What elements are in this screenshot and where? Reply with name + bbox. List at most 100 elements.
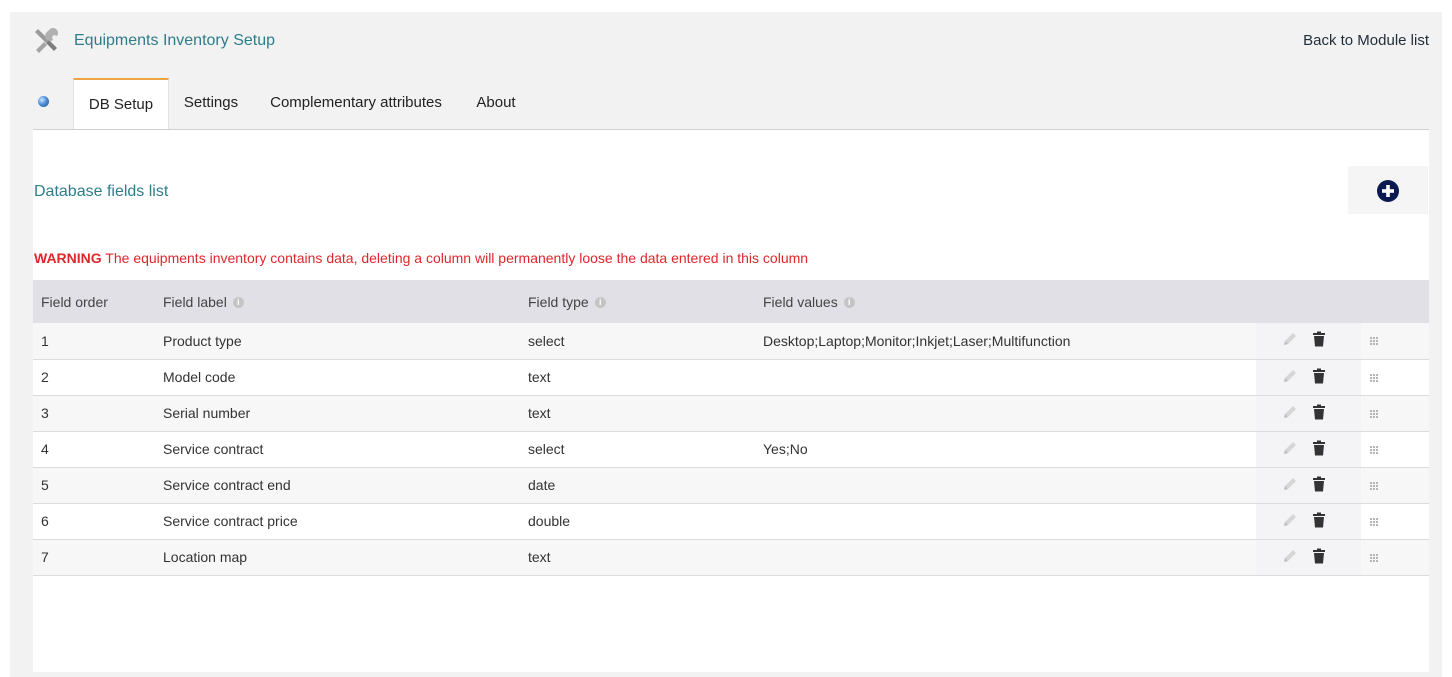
cell-field-type: text	[528, 405, 551, 421]
warning-label: WARNING	[34, 250, 102, 266]
cell-field-values	[763, 467, 1256, 503]
drag-handle-icon[interactable]	[1369, 478, 1379, 494]
tab-about[interactable]: About	[465, 78, 527, 128]
warning-text: The equipments inventory contains data, …	[101, 250, 809, 266]
drag-handle-icon[interactable]	[1369, 514, 1379, 530]
info-icon[interactable]: i	[232, 297, 244, 309]
tools-icon	[35, 28, 58, 53]
cell-spacer	[1417, 431, 1429, 467]
info-icon[interactable]: i	[594, 297, 606, 309]
table-row: 2 Model code text	[33, 359, 1429, 395]
header-drag	[1361, 280, 1417, 323]
plus-circle-icon	[1377, 180, 1399, 202]
cell-actions	[1256, 359, 1361, 395]
drag-handle-icon[interactable]	[1369, 370, 1379, 386]
module-frame: Equipments Inventory Setup Back to Modul…	[10, 12, 1442, 677]
delete-trash-icon[interactable]	[1312, 404, 1326, 423]
drag-handle-icon[interactable]	[1369, 550, 1379, 566]
table-row: 4 Service contract select Yes;No	[33, 431, 1429, 467]
cell-field-order: 4	[41, 441, 49, 457]
app-title: Equipments Inventory Setup	[74, 32, 276, 49]
drag-handle-icon[interactable]	[1369, 333, 1379, 349]
cell-actions	[1256, 395, 1361, 431]
cell-spacer	[1417, 359, 1429, 395]
table-row: 3 Serial number text	[33, 395, 1429, 431]
tab-bar: DB Setup Settings Complementary attribut…	[33, 78, 1429, 130]
cell-field-type: select	[528, 332, 565, 349]
cell-field-order: 1	[41, 332, 49, 349]
cell-field-type: select	[528, 441, 565, 457]
tab-settings[interactable]: Settings	[174, 78, 248, 128]
edit-pencil-icon[interactable]	[1282, 368, 1298, 387]
cell-field-label: Serial number	[163, 405, 251, 421]
table-row: 1 Product type select Desktop;Laptop;Monito…	[33, 323, 1429, 359]
cell-spacer	[1417, 539, 1429, 575]
table-row: 6 Service contract price double	[33, 503, 1429, 539]
cell-field-values	[763, 503, 1256, 539]
cell-actions	[1256, 323, 1361, 359]
status-indicator-icon	[38, 96, 49, 107]
page-header: Equipments Inventory Setup Back to Modul…	[10, 12, 1442, 72]
header-field-values: Field values i	[763, 280, 1256, 323]
cell-field-label: Service contract price	[163, 513, 298, 529]
cell-field-order: 7	[41, 549, 49, 565]
cell-drag	[1361, 539, 1417, 575]
table-row: 5 Service contract end date	[33, 467, 1429, 503]
cell-drag	[1361, 323, 1417, 359]
edit-pencil-icon[interactable]	[1282, 440, 1298, 459]
cell-field-order: 5	[41, 477, 49, 493]
cell-field-label: Service contract end	[163, 477, 291, 493]
info-icon[interactable]: i	[843, 297, 855, 309]
drag-handle-icon[interactable]	[1369, 442, 1379, 458]
cell-field-order: 3	[41, 405, 49, 421]
header-field-order: Field order	[33, 280, 163, 323]
table-row: 7 Location map text	[33, 539, 1429, 575]
cell-actions	[1256, 431, 1361, 467]
warning-message: WARNING The equipments inventory contain…	[34, 250, 808, 266]
header-field-order-label: Field order	[41, 293, 108, 310]
cell-field-order: 6	[41, 513, 49, 529]
cell-field-order: 2	[41, 369, 49, 385]
edit-pencil-icon[interactable]	[1282, 476, 1298, 495]
header-spacer	[1417, 280, 1429, 323]
header-field-values-label: Field values	[763, 293, 838, 310]
section-title: Database fields list	[34, 183, 169, 200]
cell-drag	[1361, 395, 1417, 431]
tab-db-setup[interactable]: DB Setup	[73, 78, 169, 129]
drag-handle-icon[interactable]	[1369, 406, 1379, 422]
delete-trash-icon[interactable]	[1312, 368, 1326, 387]
edit-pencil-icon[interactable]	[1282, 548, 1298, 567]
edit-pencil-icon[interactable]	[1282, 512, 1298, 531]
table-header-row: Field order Field label i Field type i Fie…	[33, 280, 1429, 323]
add-field-button[interactable]	[1348, 166, 1428, 214]
header-field-type: Field type i	[528, 280, 763, 323]
cell-field-values: Desktop;Laptop;Monitor;Inkjet;Laser;Mult…	[763, 332, 1071, 349]
cell-drag	[1361, 431, 1417, 467]
back-to-module-list-link[interactable]: Back to Module list	[1303, 32, 1429, 49]
cell-spacer	[1417, 395, 1429, 431]
cell-field-values: Yes;No	[763, 441, 808, 457]
delete-trash-icon[interactable]	[1312, 548, 1326, 567]
cell-field-label: Model code	[163, 369, 236, 385]
cell-field-label: Service contract	[163, 441, 264, 457]
fields-table: Field order Field label i Field type i Fie…	[33, 280, 1429, 576]
delete-trash-icon[interactable]	[1312, 440, 1326, 459]
cell-field-type: double	[528, 513, 571, 529]
tab-complementary-attributes[interactable]: Complementary attributes	[265, 78, 447, 128]
cell-actions	[1256, 539, 1361, 575]
cell-field-type: text	[528, 549, 551, 565]
header-field-label-label: Field label	[163, 293, 227, 310]
delete-trash-icon[interactable]	[1312, 512, 1326, 531]
cell-actions	[1256, 503, 1361, 539]
header-actions	[1256, 280, 1361, 323]
cell-drag	[1361, 359, 1417, 395]
delete-trash-icon[interactable]	[1312, 476, 1326, 495]
cell-field-values	[763, 359, 1256, 395]
delete-trash-icon[interactable]	[1312, 331, 1326, 350]
cell-field-label: Location map	[163, 549, 248, 565]
cell-field-type: text	[528, 369, 551, 385]
cell-field-type: date	[528, 477, 556, 493]
cell-actions	[1256, 467, 1361, 503]
edit-pencil-icon[interactable]	[1282, 331, 1298, 350]
edit-pencil-icon[interactable]	[1282, 404, 1298, 423]
